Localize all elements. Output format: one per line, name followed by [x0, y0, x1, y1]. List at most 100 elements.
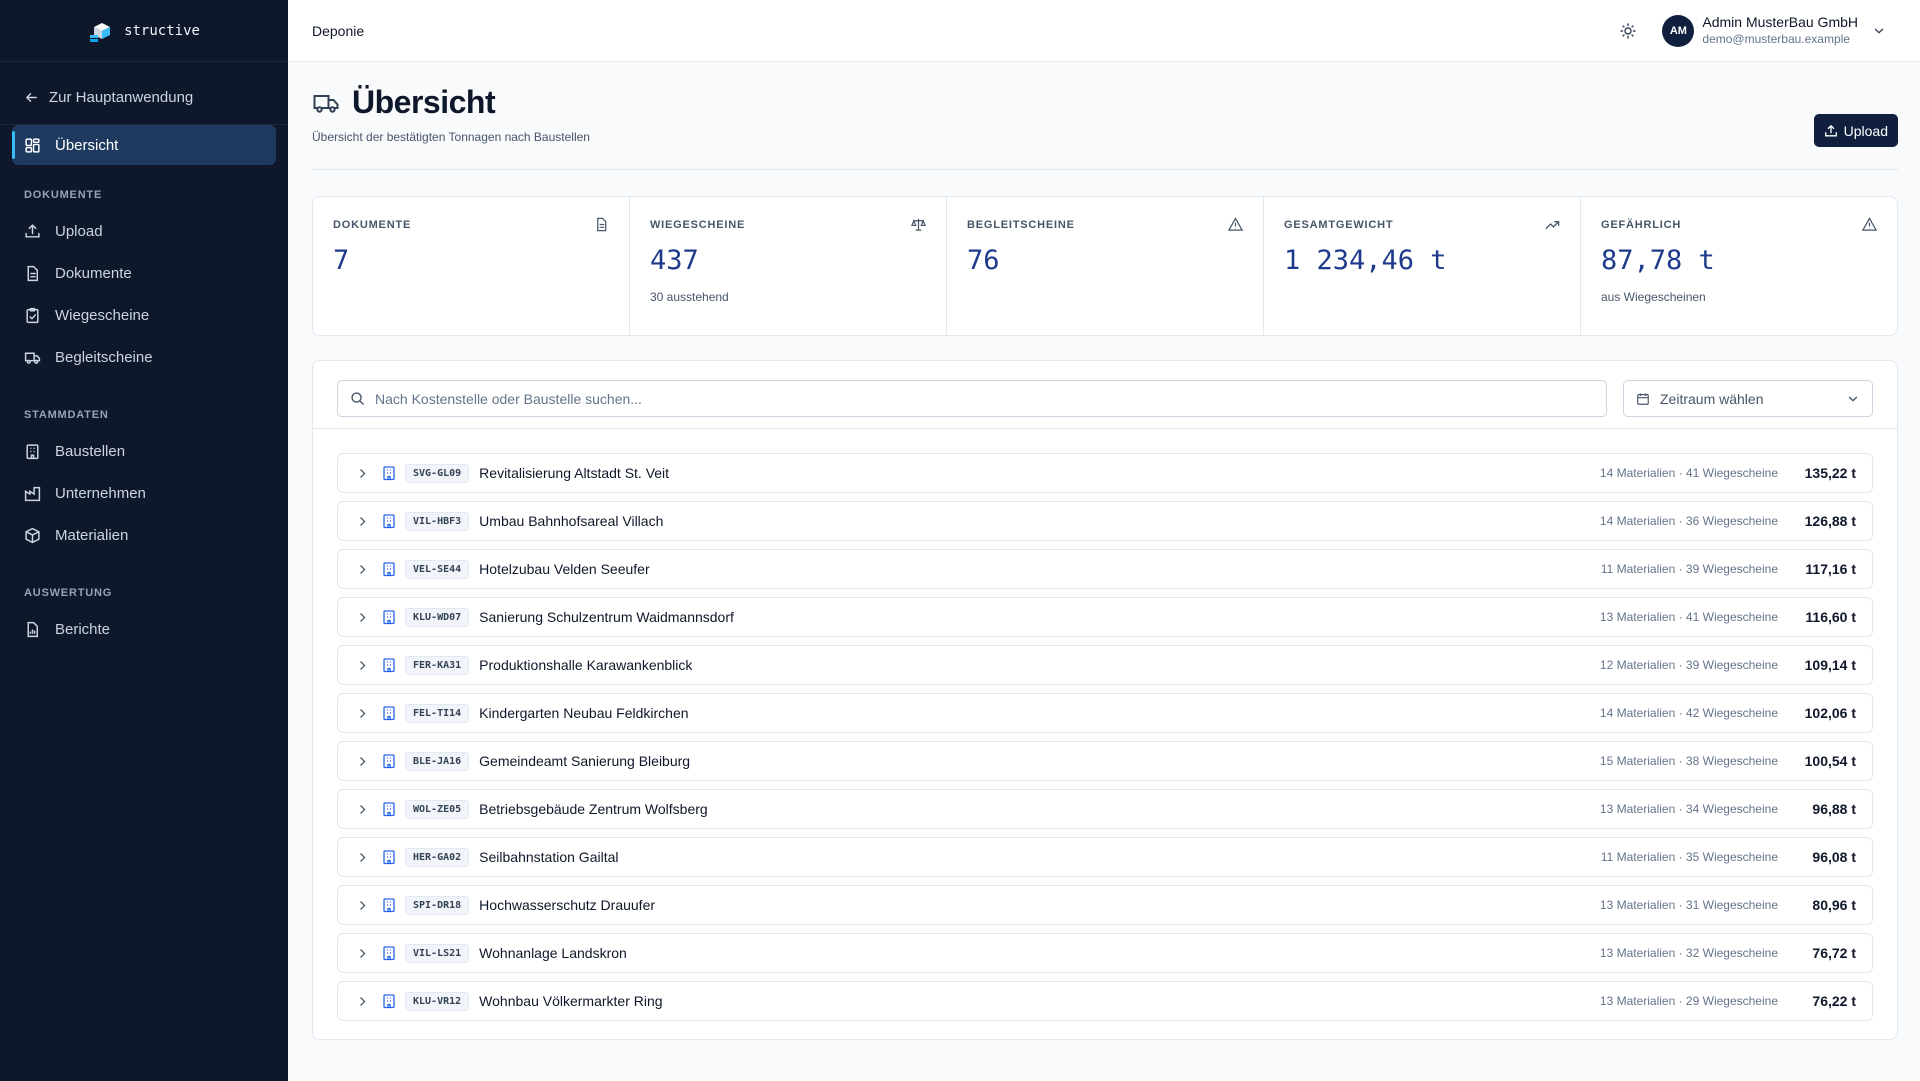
building-icon	[383, 994, 395, 1009]
site-meta: 12 Materialien · 39 Wiegescheine	[1599, 658, 1778, 672]
truck-icon	[313, 94, 339, 113]
chevron-right-icon[interactable]	[356, 851, 369, 864]
chevron-right-icon[interactable]	[356, 467, 369, 480]
site-name: Wohnbau Völkermarkter Ring	[479, 993, 663, 1009]
site-row[interactable]: WOL-ZE05 Betriebsgebäude Zentrum Wolfsber…	[337, 789, 1873, 829]
chevron-right-icon[interactable]	[356, 803, 369, 816]
building-icon	[383, 562, 395, 577]
site-meta: 14 Materialien · 42 Wiegescheine	[1599, 706, 1778, 720]
site-code: WOL-ZE05	[405, 799, 470, 819]
upload-button-label: Upload	[1843, 122, 1888, 139]
search-icon	[351, 392, 364, 405]
sidebar-item-berichte[interactable]: Berichte	[12, 609, 276, 649]
site-code: FEL-TI14	[405, 703, 470, 723]
site-code: SVG-GL09	[405, 463, 470, 483]
site-name: Sanierung Schulzentrum Waidmannsdorf	[479, 609, 734, 625]
brand-name: structive	[124, 22, 200, 39]
chevron-right-icon[interactable]	[356, 899, 369, 912]
sidebar-item-label: Upload	[55, 222, 103, 240]
factory-icon	[24, 486, 41, 501]
stat-value: 437	[650, 245, 699, 276]
site-name: Umbau Bahnhofsareal Villach	[479, 513, 664, 529]
site-weight: 76,22 t	[1812, 993, 1856, 1009]
chevron-right-icon[interactable]	[356, 995, 369, 1008]
site-meta: 13 Materialien · 34 Wiegescheine	[1599, 802, 1778, 816]
sidebar-item-unternehmen[interactable]: Unternehmen	[12, 473, 276, 513]
site-row[interactable]: FEL-TI14 Kindergarten Neubau Feldkirchen 1…	[337, 693, 1873, 733]
theme-toggle-button[interactable]	[1612, 15, 1644, 47]
chevron-down-icon[interactable]	[1872, 24, 1886, 38]
site-row[interactable]: FER-KA31 Produktionshalle Karawankenblick…	[337, 645, 1873, 685]
site-row[interactable]: SVG-GL09 Revitalisierung Altstadt St. Vei…	[337, 453, 1873, 493]
stat-card-wiegescheine: WIEGESCHEINE 437 30 ausstehend	[630, 197, 947, 335]
sidebar-item-upload[interactable]: Upload	[12, 211, 276, 251]
site-name: Hochwasserschutz Drauufer	[479, 897, 656, 913]
site-name: Hotelzubau Velden Seeufer	[479, 561, 650, 577]
period-select[interactable]: Zeitraum wählen	[1623, 380, 1873, 417]
main-content: Übersicht Übersicht der bestätigten Tonn…	[312, 62, 1898, 1040]
site-row[interactable]: SPI-DR18 Hochwasserschutz Drauufer 13 Mate…	[337, 885, 1873, 925]
search-box[interactable]	[337, 380, 1607, 417]
chevron-right-icon[interactable]	[356, 563, 369, 576]
page-header: Übersicht Übersicht der bestätigten Tonn…	[312, 62, 1898, 170]
site-meta: 13 Materialien · 29 Wiegescheine	[1599, 994, 1778, 1008]
site-name: Gemeindeamt Sanierung Bleiburg	[479, 753, 691, 769]
search-input[interactable]	[375, 390, 1594, 407]
warning-icon	[1228, 217, 1243, 231]
site-row[interactable]: VEL-SE44 Hotelzubau Velden Seeufer 11 Mate…	[337, 549, 1873, 589]
user-menu[interactable]: Admin MusterBau GmbH demo@musterbau.exam…	[1702, 14, 1858, 47]
sites-list-card: Zeitraum wählen SVG-GL09 Revitalisierung …	[312, 360, 1898, 1040]
stat-label: WIEGESCHEINE	[650, 219, 746, 231]
chevron-right-icon[interactable]	[356, 947, 369, 960]
stat-value: 76	[967, 245, 1000, 276]
back-to-main-link[interactable]: Zur Hauptanwendung	[0, 70, 288, 124]
site-name: Betriebsgebäude Zentrum Wolfsberg	[479, 801, 708, 817]
sidebar-item-label: Materialien	[55, 526, 129, 544]
sidebar-item-wiegescheine[interactable]: Wiegescheine	[12, 295, 276, 335]
stat-label: DOKUMENTE	[333, 219, 412, 231]
site-name: Kindergarten Neubau Feldkirchen	[479, 705, 689, 721]
stat-label: GESAMTGEWICHT	[1284, 219, 1394, 231]
stat-card-gefaehrlich: GEFÄHRLICH 87,78 t aus Wiegescheinen	[1581, 197, 1897, 335]
sidebar-item-uebersicht[interactable]: Übersicht	[12, 125, 276, 165]
site-meta: 11 Materialien · 39 Wiegescheine	[1600, 562, 1778, 576]
chevron-right-icon[interactable]	[356, 611, 369, 624]
site-row[interactable]: KLU-WD07 Sanierung Schulzentrum Waidmanns…	[337, 597, 1873, 637]
filter-bar: Zeitraum wählen	[313, 369, 1897, 429]
sidebar-item-label: Baustellen	[55, 442, 126, 460]
sidebar-item-materialien[interactable]: Materialien	[12, 515, 276, 555]
sidebar-item-dokumente[interactable]: Dokumente	[12, 253, 276, 293]
site-row[interactable]: HER-GA02 Seilbahnstation Gailtal 11 Materi…	[337, 837, 1873, 877]
site-meta: 15 Materialien · 38 Wiegescheine	[1599, 754, 1778, 768]
building-icon	[383, 802, 395, 817]
building-icon	[383, 898, 395, 913]
section-label-auswertung: AUSWERTUNG	[24, 587, 113, 599]
upload-icon	[25, 223, 40, 238]
sidebar-item-baustellen[interactable]: Baustellen	[12, 431, 276, 471]
avatar[interactable]: AM	[1662, 14, 1695, 47]
site-meta: 13 Materialien · 41 Wiegescheine	[1599, 610, 1778, 624]
site-weight: 76,72 t	[1812, 945, 1856, 961]
chevron-right-icon[interactable]	[356, 659, 369, 672]
trending-up-icon	[1545, 221, 1560, 229]
stat-card-dokumente: DOKUMENTE 7	[313, 197, 630, 335]
breadcrumb[interactable]: Deponie	[312, 23, 364, 39]
site-code: VIL-HBF3	[405, 511, 470, 531]
building-icon	[26, 443, 39, 459]
chevron-right-icon[interactable]	[356, 515, 369, 528]
stat-label: BEGLEITSCHEINE	[967, 219, 1075, 231]
chevron-right-icon[interactable]	[356, 755, 369, 768]
sun-icon	[1620, 22, 1637, 39]
building-icon	[383, 514, 395, 529]
site-row[interactable]: VIL-HBF3 Umbau Bahnhofsareal Villach 14 Ma…	[337, 501, 1873, 541]
chevron-right-icon[interactable]	[356, 707, 369, 720]
stat-label: GEFÄHRLICH	[1601, 219, 1682, 231]
scale-icon	[911, 218, 926, 231]
brand[interactable]: structive	[0, 0, 288, 62]
site-row[interactable]: BLE-JA16 Gemeindeamt Sanierung Bleiburg 15…	[337, 741, 1873, 781]
site-weight: 126,88 t	[1804, 513, 1856, 529]
sidebar-item-begleitscheine[interactable]: Begleitscheine	[12, 337, 276, 377]
site-row[interactable]: KLU-VR12 Wohnbau Völkermarkter Ring 13 Mat…	[337, 981, 1873, 1021]
site-row[interactable]: VIL-LS21 Wohnanlage Landskron 13 Materiali…	[337, 933, 1873, 973]
upload-button[interactable]: Upload	[1813, 114, 1898, 147]
